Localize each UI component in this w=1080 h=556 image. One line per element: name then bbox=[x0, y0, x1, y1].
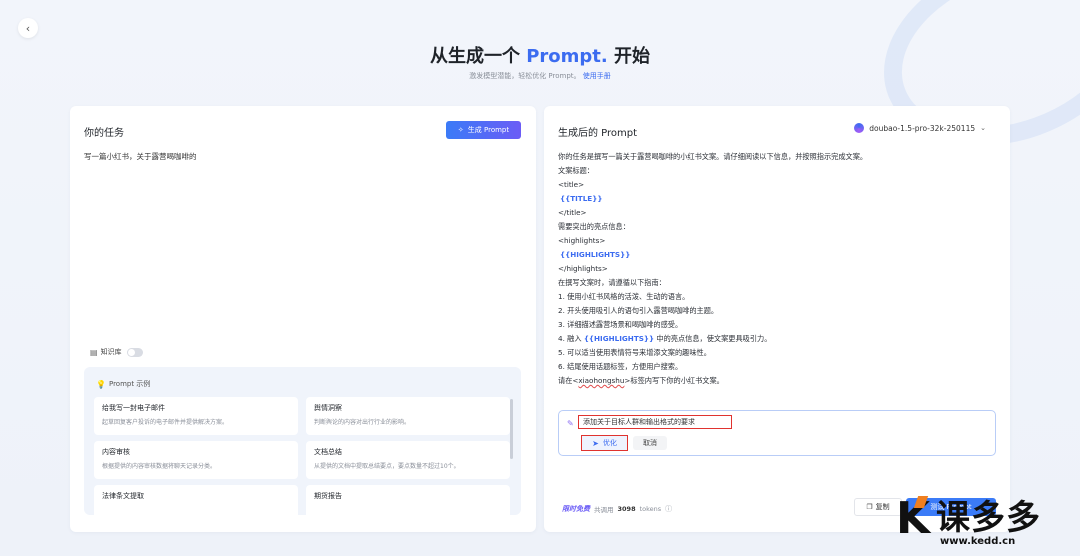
prompt-line: 6. 结尾使用话题标签，方便用户搜索。 bbox=[558, 362, 683, 371]
cancel-button[interactable]: 取消 bbox=[633, 436, 667, 450]
tokens-count: 3098 bbox=[617, 505, 636, 513]
tokens-prefix: 共调用 bbox=[594, 506, 614, 514]
manual-link[interactable]: 使用手册 bbox=[583, 72, 611, 80]
xml-tag-name: xiaohongshu bbox=[578, 376, 625, 385]
copy-button[interactable]: ❐ 复制 bbox=[854, 498, 902, 516]
magic-wand-icon: ✎ bbox=[567, 419, 574, 428]
book-icon: ▤ bbox=[90, 347, 98, 357]
line-text: 请在< bbox=[558, 376, 579, 385]
example-title: 内容审核 bbox=[102, 448, 130, 456]
prompt-line: <title> bbox=[558, 180, 585, 189]
example-title: 文档总结 bbox=[314, 448, 342, 456]
optimize-button[interactable]: ➤ 优化 bbox=[581, 435, 628, 451]
prompt-line: </highlights> bbox=[558, 264, 608, 273]
task-input[interactable]: 写一篇小红书，关于露营喝咖啡的 bbox=[84, 151, 197, 162]
token-usage: 限时免费 共调用 3098 tokens ⓘ bbox=[562, 504, 672, 514]
line-text: 中的亮点信息，使文案更具吸引力。 bbox=[654, 334, 772, 343]
examples-scrollbar[interactable] bbox=[510, 399, 513, 459]
example-item[interactable]: 期货报告 bbox=[306, 485, 510, 515]
prompt-line: 在撰写文案时，请遵循以下指南： bbox=[558, 278, 666, 287]
title-suffix: 开始 bbox=[614, 46, 651, 67]
prompt-variable: {{HIGHLIGHTS}} bbox=[560, 250, 631, 259]
generated-prompt-title: 生成后的 Prompt bbox=[558, 128, 638, 139]
generated-prompt-card: 生成后的 Prompt doubao-1.5-pro-32k-250115 ⌄ … bbox=[544, 106, 1010, 532]
prompt-variable: {{HIGHLIGHTS}} bbox=[583, 334, 655, 343]
example-item[interactable]: 法律条文提取 bbox=[94, 485, 298, 515]
model-selector[interactable]: doubao-1.5-pro-32k-250115 ⌄ bbox=[854, 123, 986, 133]
optimize-box: ✎ 添加关于目标人群和输出格式的要求 ➤ 优化 取消 bbox=[558, 410, 996, 456]
knowledge-base-label: 知识库 bbox=[100, 348, 122, 356]
knowledge-base-toggle[interactable] bbox=[126, 347, 143, 357]
prompt-line: 1. 使用小红书风格的活泼、生动的语言。 bbox=[558, 292, 690, 301]
example-title: 法律条文提取 bbox=[102, 492, 144, 500]
task-card: 你的任务 ✧ 生成 Prompt 写一篇小红书，关于露营喝咖啡的 ▤ 知识库 💡… bbox=[70, 106, 536, 532]
prompt-line: 4. 融入 {{HIGHLIGHTS}} 中的亮点信息，使文案更具吸引力。 bbox=[558, 332, 998, 346]
example-item[interactable]: 舆情洞察 判断舆论的内容对出行行业的影响。 bbox=[306, 397, 510, 435]
prompt-line: 3. 详细描述露营场景和喝咖啡的感受。 bbox=[558, 320, 683, 329]
copy-icon: ❐ bbox=[866, 503, 873, 511]
title-prefix: 从生成一个 bbox=[429, 46, 520, 67]
example-desc: 起草回复客户投诉的电子邮件并提供解决方案。 bbox=[102, 419, 229, 426]
example-item[interactable]: 文档总结 从提供的文档中提取总结要点，要点数量不超过10个。 bbox=[306, 441, 510, 479]
example-title: 舆情洞察 bbox=[314, 404, 342, 412]
line-text: >标签内写下你的小红书文案。 bbox=[624, 376, 724, 385]
line-text: 4. 融入 bbox=[558, 334, 584, 343]
example-title: 给我写一封电子邮件 bbox=[102, 404, 165, 412]
send-icon: ➤ bbox=[592, 438, 599, 448]
lightbulb-icon: 💡 bbox=[96, 379, 106, 389]
prompt-line: 2. 开头使用吸引人的语句引入露营喝咖啡的主题。 bbox=[558, 306, 719, 315]
chevron-down-icon: ⌄ bbox=[980, 124, 986, 132]
back-button[interactable]: ‹ bbox=[18, 18, 38, 38]
title-accent: Prompt. bbox=[526, 46, 608, 67]
info-icon[interactable]: ⓘ bbox=[665, 504, 672, 514]
example-title: 期货报告 bbox=[314, 492, 342, 500]
optimize-button-label: 优化 bbox=[602, 439, 617, 447]
task-card-title: 你的任务 bbox=[84, 128, 124, 139]
prompt-line: 5. 可以适当使用表情符号来增添文案的趣味性。 bbox=[558, 348, 711, 357]
example-desc: 从提供的文档中提取总结要点，要点数量不超过10个。 bbox=[314, 463, 460, 470]
examples-header-label: Prompt 示例 bbox=[108, 380, 151, 388]
generate-button-label: 生成 Prompt bbox=[467, 126, 510, 134]
knowledge-base-row: ▤ 知识库 bbox=[90, 347, 143, 357]
page-subtitle: 激发模型潜能，轻松优化 Prompt。 使用手册 bbox=[0, 71, 1080, 81]
prompt-line: 需要突出的亮点信息： bbox=[558, 222, 630, 231]
free-badge: 限时免费 bbox=[562, 505, 590, 513]
model-name: doubao-1.5-pro-32k-250115 bbox=[869, 123, 976, 133]
optimize-input[interactable]: 添加关于目标人群和输出格式的要求 bbox=[578, 415, 732, 429]
prompt-line: 请在<xiaohongshu>标签内写下你的小红书文案。 bbox=[558, 374, 998, 388]
page-title: 从生成一个 Prompt. 开始 bbox=[0, 42, 1080, 68]
examples-header: 💡 Prompt 示例 bbox=[96, 379, 150, 389]
prompt-line: 你的任务是撰写一篇关于露营喝咖啡的小红书文案。请仔细阅读以下信息，并按照指示完成… bbox=[558, 152, 868, 161]
watermark-text: 课多多 bbox=[936, 498, 1041, 538]
generated-prompt-text: 你的任务是撰写一篇关于露营喝咖啡的小红书文案。请仔细阅读以下信息，并按照指示完成… bbox=[558, 150, 998, 388]
watermark-logo: K 课多多 www.kedd.cn bbox=[896, 496, 1076, 554]
prompt-examples-panel: 💡 Prompt 示例 给我写一封电子邮件 起草回复客户投诉的电子邮件并提供解决… bbox=[84, 367, 521, 515]
example-desc: 根据提供的内容审核数据将聊天记录分类。 bbox=[102, 463, 217, 470]
doubao-logo-icon bbox=[854, 123, 865, 133]
tokens-suffix: tokens bbox=[639, 505, 662, 513]
chevron-left-icon: ‹ bbox=[25, 21, 31, 35]
sparkle-icon: ✧ bbox=[457, 126, 464, 134]
copy-button-label: 复制 bbox=[875, 503, 890, 511]
example-item[interactable]: 给我写一封电子邮件 起草回复客户投诉的电子邮件并提供解决方案。 bbox=[94, 397, 298, 435]
prompt-line: <highlights> bbox=[558, 236, 606, 245]
prompt-variable: {{TITLE}} bbox=[560, 194, 603, 203]
watermark-url: www.kedd.cn bbox=[940, 536, 1016, 547]
example-item[interactable]: 内容审核 根据提供的内容审核数据将聊天记录分类。 bbox=[94, 441, 298, 479]
prompt-line: </title> bbox=[558, 208, 587, 217]
subtitle-text: 激发模型潜能，轻松优化 Prompt。 bbox=[469, 72, 581, 80]
example-desc: 判断舆论的内容对出行行业的影响。 bbox=[314, 419, 411, 426]
generate-prompt-button[interactable]: ✧ 生成 Prompt bbox=[446, 121, 521, 139]
prompt-line: 文案标题： bbox=[558, 166, 594, 175]
